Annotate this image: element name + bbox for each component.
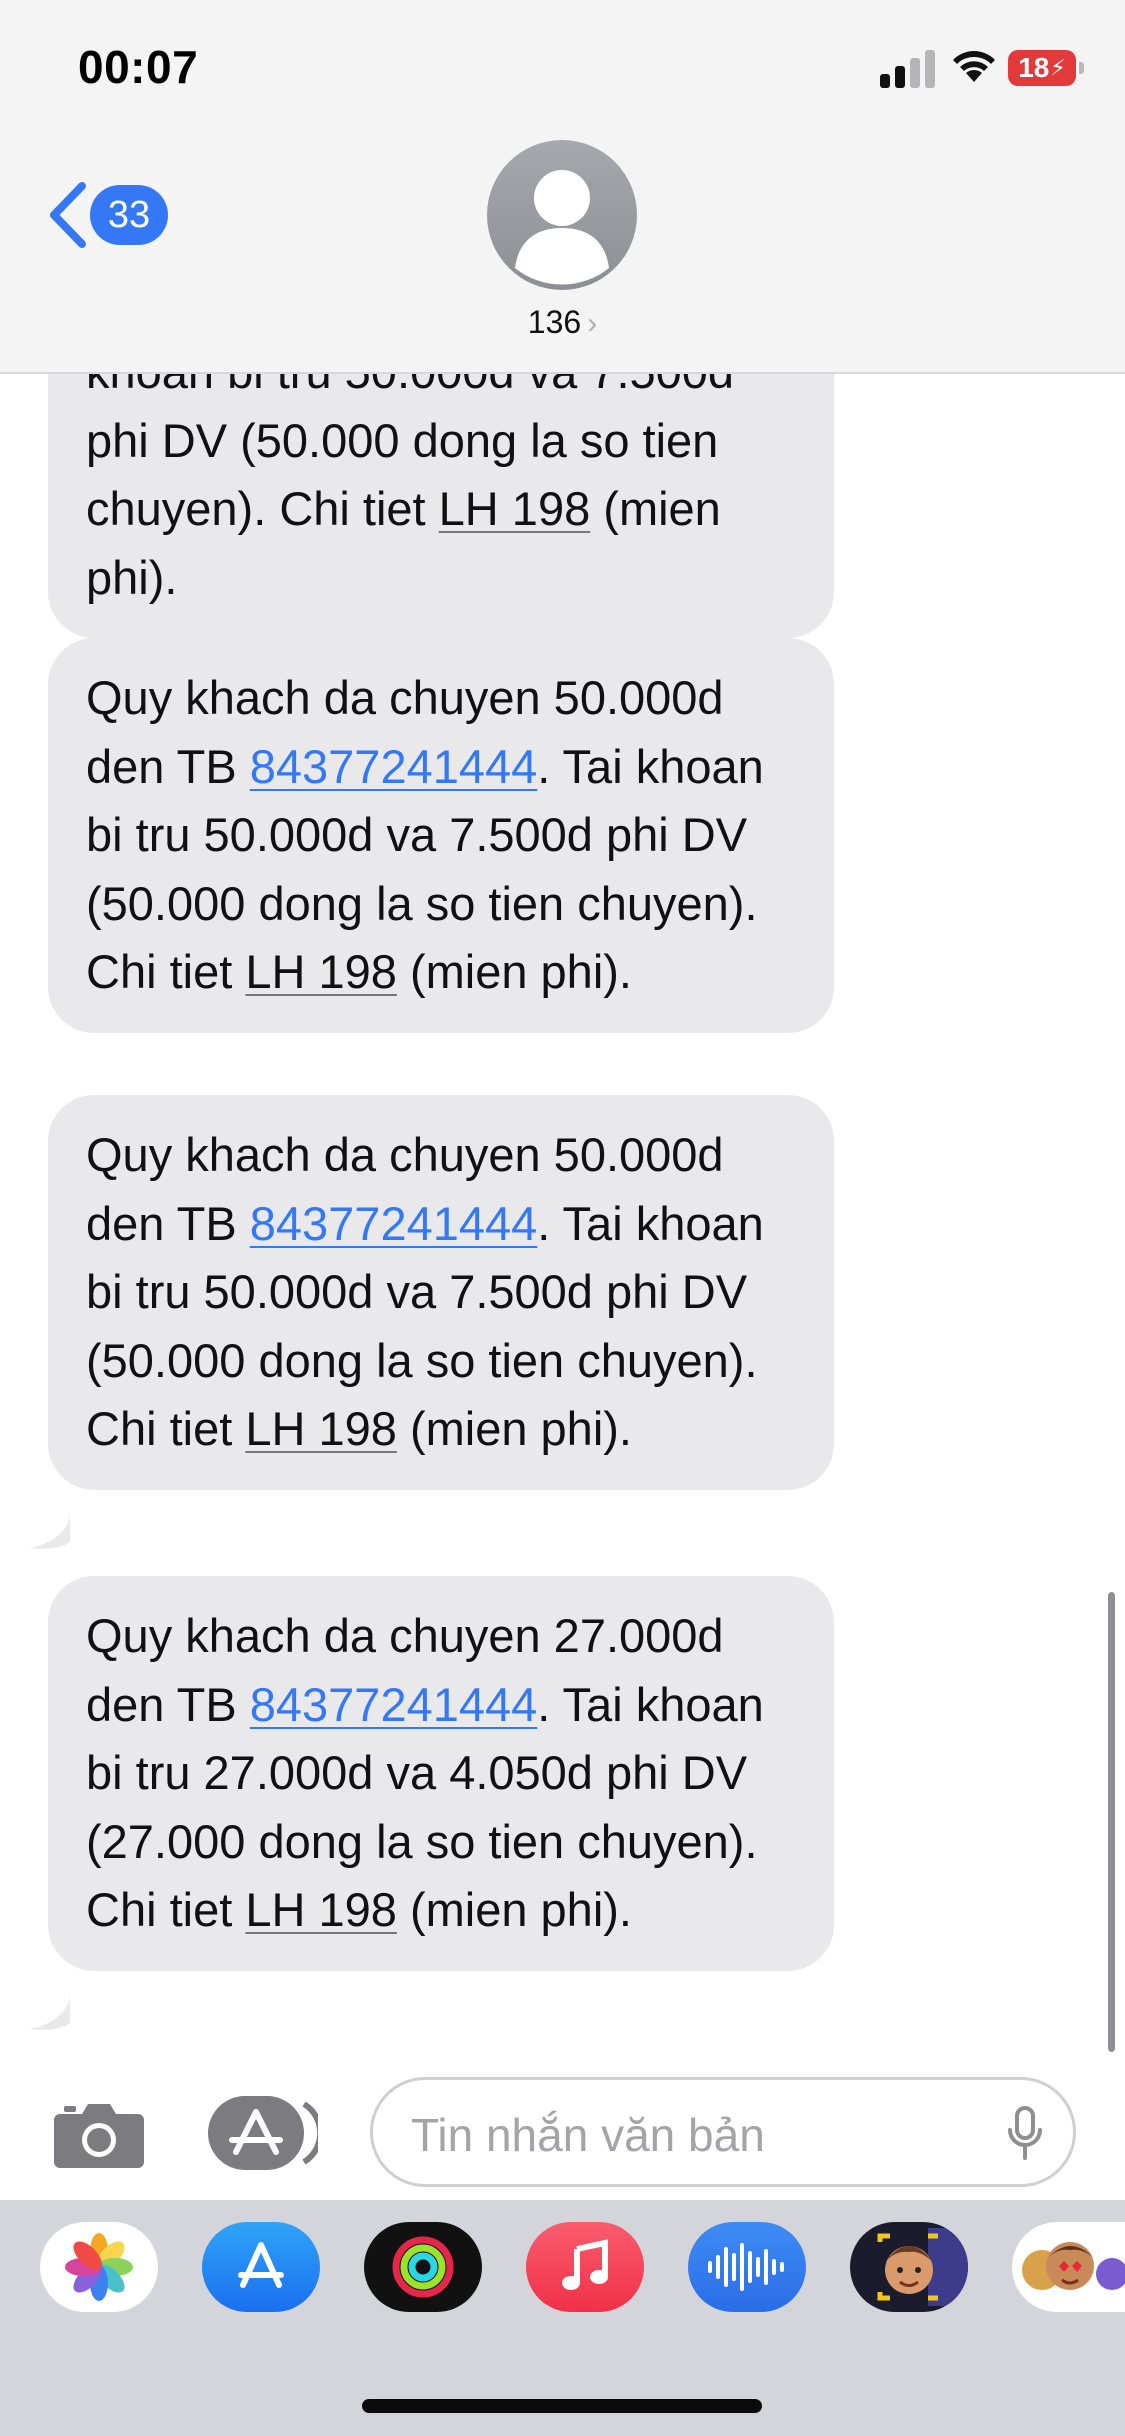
message-bubble[interactable]: Quy khach da chuyen 50.000d den TB 84377… [48,1095,834,1490]
fitness-app-icon[interactable] [364,2222,482,2312]
message-text: khoan bi tru 50.000d va 7.500dphi DV (50… [86,345,734,604]
bubble-tail [30,1512,70,1549]
contact-link[interactable]: LH 198 [245,1402,397,1455]
contact-avatar[interactable] [487,140,637,290]
chevron-right-icon: › [587,307,598,340]
message-text: Quy khach da chuyen 50.000d den TB 84377… [86,671,764,998]
chevron-left-icon [50,182,86,248]
signal-icon [880,50,936,88]
app-store-icon[interactable] [206,2094,318,2172]
music-app-icon[interactable] [526,2222,644,2312]
phone-number-link[interactable]: 84377241444 [250,1678,538,1731]
phone-link[interactable]: LH 198 [439,482,591,535]
unread-count-badge: 33 [90,185,168,245]
camera-icon[interactable] [52,2098,146,2170]
wifi-icon [953,51,995,82]
battery-level: 18 [1018,52,1050,83]
battery-icon: 18 ⚡ [1008,50,1084,86]
status-time: 00:07 [78,41,199,93]
memoji-app-icon[interactable] [850,2222,968,2312]
scroll-indicator[interactable] [1108,1592,1115,2052]
person-icon [515,170,609,285]
memoji-stickers-app-icon[interactable] [1012,2222,1125,2312]
message-bubble[interactable]: Quy khach da chuyen 50.000d den TB 84377… [48,638,834,1033]
contact-link[interactable]: LH 198 [245,1883,397,1936]
contact-link[interactable]: LH 198 [245,945,397,998]
audio-message-app-icon[interactable] [688,2222,806,2312]
phone-number-link[interactable]: 84377241444 [250,740,538,793]
bubble-tail [30,1993,70,2030]
message-text: Quy khach da chuyen 27.000d den TB 84377… [86,1609,764,1936]
microphone-icon[interactable] [1007,2106,1043,2162]
message-bubble[interactable]: Quy khach da chuyen 27.000d den TB 84377… [48,1576,834,1971]
back-button[interactable]: 33 [46,180,168,250]
message-input-placeholder: Tin nhắn văn bản [411,2109,765,2161]
photos-app-icon[interactable] [40,2222,158,2312]
message-text: Quy khach da chuyen 50.000d den TB 84377… [86,1128,764,1455]
app-store-app-icon[interactable] [202,2222,320,2312]
conversation-header: 00:07 18 ⚡ 33 136 › [0,0,1125,374]
status-bar: 00:07 18 ⚡ [0,0,1125,130]
phone-number-link[interactable]: 84377241444 [250,1197,538,1250]
contact-name[interactable]: 136 › [0,304,1125,341]
message-input[interactable]: Tin nhắn văn bản [370,2077,1076,2187]
home-indicator[interactable] [362,2399,762,2413]
